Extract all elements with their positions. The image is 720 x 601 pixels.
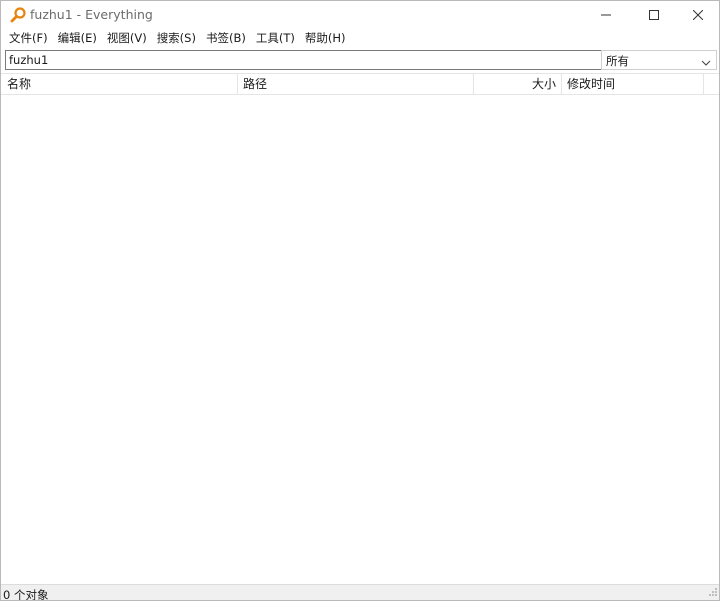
menu-bookmarks[interactable]: 书签(B) — [202, 29, 250, 48]
status-object-count: 0 个对象 — [3, 588, 49, 601]
column-header-modified[interactable]: 修改时间 — [563, 74, 703, 94]
column-divider[interactable] — [473, 74, 474, 94]
resize-grip-icon[interactable] — [708, 586, 718, 600]
minimize-button[interactable] — [583, 1, 629, 29]
column-header-path[interactable]: 路径 — [239, 74, 473, 94]
status-bar: 0 个对象 — [1, 584, 719, 601]
column-header-name[interactable]: 名称 — [3, 74, 237, 94]
column-header-row: 名称 路径 大小 修改时间 — [1, 73, 719, 95]
results-list[interactable] — [1, 95, 719, 583]
title-bar[interactable]: fuzhu1 - Everything — [1, 1, 719, 29]
everything-magnifier-icon — [10, 7, 26, 23]
column-divider[interactable] — [237, 74, 238, 94]
chevron-down-icon — [701, 56, 711, 70]
window-title: fuzhu1 - Everything — [30, 7, 153, 22]
menu-help[interactable]: 帮助(H) — [301, 29, 350, 48]
close-icon — [693, 10, 703, 20]
column-divider[interactable] — [561, 74, 562, 94]
search-input[interactable] — [5, 50, 603, 70]
filter-dropdown[interactable]: 所有 — [601, 50, 717, 70]
filter-selected-value: 所有 — [606, 54, 629, 68]
everything-window: fuzhu1 - Everything 文件(F) 编辑(E) 视图(V) 搜索… — [0, 0, 720, 601]
menu-file[interactable]: 文件(F) — [5, 29, 52, 48]
column-divider[interactable] — [703, 74, 704, 94]
menu-edit[interactable]: 编辑(E) — [54, 29, 101, 48]
menu-tools[interactable]: 工具(T) — [252, 29, 299, 48]
menu-bar: 文件(F) 编辑(E) 视图(V) 搜索(S) 书签(B) 工具(T) 帮助(H… — [1, 29, 719, 48]
maximize-icon — [649, 10, 659, 20]
column-header-size[interactable]: 大小 — [475, 74, 561, 94]
maximize-button[interactable] — [631, 1, 677, 29]
minimize-icon — [601, 10, 611, 20]
menu-view[interactable]: 视图(V) — [103, 29, 151, 48]
close-button[interactable] — [675, 1, 719, 29]
menu-search[interactable]: 搜索(S) — [153, 29, 200, 48]
